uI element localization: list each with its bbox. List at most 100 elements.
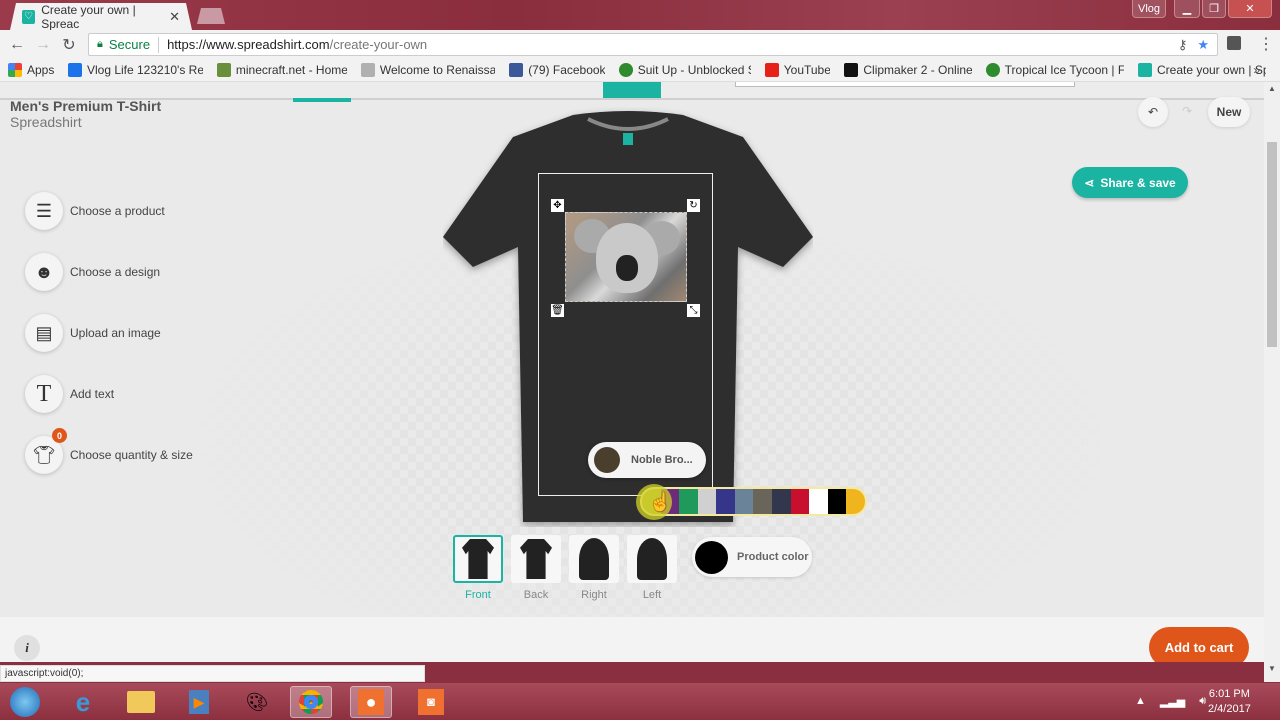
color-swatch[interactable] bbox=[827, 489, 847, 514]
color-swatch[interactable] bbox=[846, 489, 865, 514]
color-swatch[interactable] bbox=[734, 489, 754, 514]
spreadshirt-icon bbox=[1137, 63, 1152, 77]
new-button[interactable]: New bbox=[1208, 97, 1250, 127]
key-icon[interactable]: ⚷ bbox=[1178, 37, 1188, 53]
view-label: Front bbox=[465, 589, 491, 601]
bookmark-item[interactable]: Suit Up - Unblocked S bbox=[618, 63, 751, 77]
delete-handle-icon[interactable]: 🗑︎ bbox=[551, 304, 564, 317]
color-swatch[interactable] bbox=[809, 489, 828, 514]
screen-recorder-icon[interactable]: ● bbox=[350, 686, 392, 718]
sidebar-item-choose-design[interactable]: ☻ Choose a design bbox=[25, 253, 160, 291]
browser-toolbar: ← → ↻ 🔒︎ Secure https://www.spreadshirt.… bbox=[0, 30, 1280, 59]
media-player-icon[interactable]: ▶ bbox=[178, 686, 220, 718]
color-swatch[interactable] bbox=[772, 489, 791, 514]
extension-icon[interactable] bbox=[1227, 36, 1241, 50]
view-selector: Front Back Right Left bbox=[453, 535, 677, 601]
browser-tab[interactable]: ♡ Create your own | Spreac ✕ bbox=[10, 3, 192, 30]
color-swatch[interactable] bbox=[716, 489, 735, 514]
nav-indicator bbox=[293, 98, 351, 102]
view-thumbnail bbox=[569, 535, 619, 583]
view-back[interactable]: Back bbox=[511, 535, 561, 601]
chrome-menu-icon[interactable]: ⋮ bbox=[1258, 34, 1274, 54]
view-front[interactable]: Front bbox=[453, 535, 503, 601]
share-save-button[interactable]: ⋖ Share & save bbox=[1072, 167, 1188, 198]
bookmark-label: Tropical Ice Tycoon | F bbox=[1004, 63, 1124, 77]
resize-handle-icon[interactable]: ⤡ bbox=[687, 304, 700, 317]
scroll-down-icon[interactable]: ▼ bbox=[1268, 664, 1276, 673]
bookmark-item[interactable]: Welcome to Renaissa bbox=[360, 63, 495, 77]
bookmark-label: Create your own | Spr bbox=[1156, 63, 1266, 77]
color-swatch[interactable] bbox=[679, 489, 698, 514]
youtube-icon bbox=[764, 63, 779, 77]
bookmark-item[interactable]: minecraft.net - Home bbox=[216, 63, 347, 77]
color-swatch[interactable] bbox=[753, 489, 773, 514]
spreadshirt-favicon-icon: ♡ bbox=[22, 9, 36, 24]
forward-arrow-icon[interactable]: → bbox=[30, 36, 56, 54]
info-icon[interactable]: i bbox=[14, 635, 40, 661]
color-swatch-palette bbox=[640, 487, 867, 516]
scroll-up-icon[interactable]: ▲ bbox=[1268, 84, 1276, 93]
tray-expand-icon[interactable]: ▲ bbox=[1135, 695, 1146, 708]
bookmark-item[interactable]: Apps bbox=[8, 63, 54, 77]
window-close-icon[interactable]: ✕ bbox=[1228, 0, 1272, 18]
koala-design-image[interactable] bbox=[565, 212, 687, 302]
maximize-icon[interactable]: ❐ bbox=[1202, 0, 1226, 18]
sidebar-item-quantity-size[interactable]: 👕︎ 0 Choose quantity & size bbox=[25, 428, 193, 474]
clock-date: 2/4/2017 bbox=[1208, 703, 1251, 715]
chrome-icon[interactable] bbox=[290, 686, 332, 718]
upload-image-icon: ▤ bbox=[25, 314, 63, 352]
bookmark-item[interactable]: Clipmaker 2 - Online bbox=[844, 63, 972, 77]
bookmark-item[interactable]: Create your own | Spr bbox=[1137, 63, 1266, 77]
reload-icon[interactable]: ↻ bbox=[56, 35, 82, 55]
volume-icon[interactable]: 🔊︎ bbox=[1199, 695, 1206, 708]
product-color-button[interactable]: Product color bbox=[692, 537, 812, 577]
redo-button[interactable]: ↷ bbox=[1182, 104, 1192, 118]
address-bar[interactable]: 🔒︎ Secure https://www.spreadshirt.com /c… bbox=[88, 33, 1218, 56]
view-left[interactable]: Left bbox=[627, 535, 677, 601]
view-right[interactable]: Right bbox=[569, 535, 619, 601]
design-color-picker[interactable]: Noble Bro... bbox=[588, 442, 706, 478]
internet-explorer-icon[interactable]: e bbox=[62, 686, 104, 718]
add-to-cart-button[interactable]: Add to cart bbox=[1149, 627, 1249, 662]
system-clock[interactable]: 6:01 PM 2/4/2017 bbox=[1208, 687, 1251, 717]
bookmark-label: Suit Up - Unblocked S bbox=[637, 63, 751, 77]
share-icon: ⋖ bbox=[1084, 175, 1095, 190]
url-path: /create-your-own bbox=[329, 37, 428, 52]
color-swatch[interactable] bbox=[697, 489, 717, 514]
scrollbar-thumb[interactable] bbox=[1267, 142, 1277, 347]
header-search[interactable] bbox=[735, 82, 1075, 87]
page-scrollbar[interactable]: ▲ ▼ bbox=[1264, 82, 1280, 682]
color-swatch[interactable] bbox=[790, 489, 810, 514]
view-label: Back bbox=[523, 589, 549, 601]
move-handle-icon[interactable]: ✥ bbox=[551, 199, 564, 212]
undo-button[interactable]: ↶ bbox=[1138, 97, 1168, 127]
new-tab-button[interactable] bbox=[197, 8, 225, 24]
tab-title: Create your own | Spreac bbox=[41, 2, 136, 31]
lock-icon: 🔒︎ bbox=[97, 38, 103, 50]
network-icon[interactable]: ▂▃▅ bbox=[1160, 695, 1185, 708]
system-tray: ▲ ▂▃▅ 🔊︎ bbox=[1135, 695, 1206, 708]
profile-button[interactable]: Vlog bbox=[1132, 0, 1166, 18]
sidebar-item-add-text[interactable]: T Add text bbox=[25, 375, 114, 413]
nav-tab-active[interactable] bbox=[603, 82, 661, 98]
paint-app-icon[interactable]: 🎨︎ bbox=[236, 686, 278, 718]
more-bookmarks-icon[interactable]: » bbox=[1253, 63, 1260, 77]
sidebar-item-choose-product[interactable]: ☰ Choose a product bbox=[25, 192, 165, 230]
bookmark-item[interactable]: YouTube bbox=[764, 63, 830, 77]
back-arrow-icon[interactable]: ← bbox=[4, 36, 30, 54]
sidebar-item-upload-image[interactable]: ▤ Upload an image bbox=[25, 314, 161, 352]
screenshot-app-icon[interactable]: ◙ bbox=[410, 686, 452, 718]
sidebar-item-label: Choose a product bbox=[70, 204, 165, 218]
bookmark-star-icon[interactable]: ★ bbox=[1197, 37, 1209, 53]
file-explorer-icon[interactable] bbox=[120, 686, 162, 718]
facebook-icon bbox=[509, 63, 524, 77]
view-thumbnail bbox=[453, 535, 503, 583]
tab-close-icon[interactable]: ✕ bbox=[169, 9, 180, 25]
bookmark-item[interactable]: Vlog Life 123210's Re bbox=[67, 63, 203, 77]
product-title: Men's Premium T-Shirt bbox=[10, 98, 162, 114]
minimize-icon[interactable]: ▁ bbox=[1174, 0, 1200, 18]
bookmark-item[interactable]: Tropical Ice Tycoon | F bbox=[985, 63, 1124, 77]
rotate-handle-icon[interactable]: ↻ bbox=[687, 199, 700, 212]
bookmark-item[interactable]: (79) Facebook bbox=[509, 63, 605, 77]
start-button-icon[interactable] bbox=[4, 686, 46, 718]
